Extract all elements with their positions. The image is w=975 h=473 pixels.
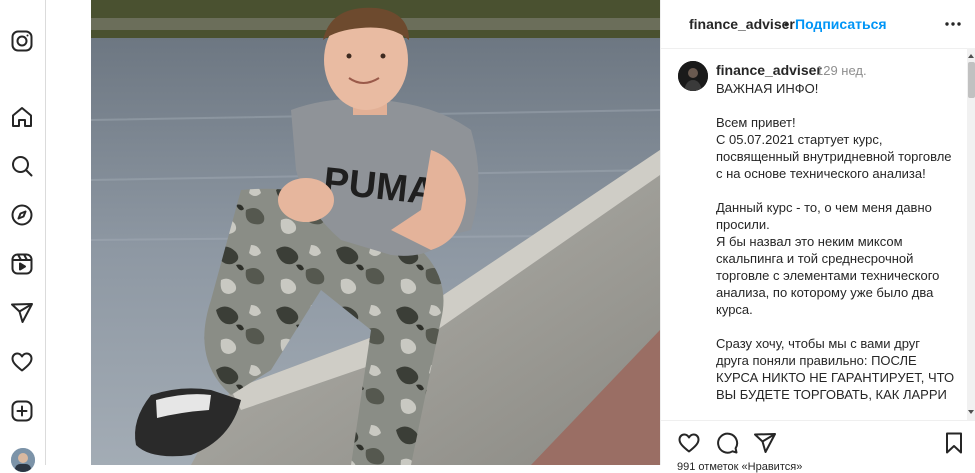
post-detail-panel: finance_adviser • Подписаться finance_ad… — [660, 0, 975, 473]
caption-scrollbar[interactable] — [967, 48, 975, 420]
notifications-heart-icon[interactable] — [10, 350, 34, 374]
search-icon[interactable] — [10, 154, 34, 178]
create-icon[interactable] — [10, 399, 34, 423]
more-options-icon[interactable] — [943, 14, 963, 34]
home-icon[interactable] — [10, 105, 34, 129]
follow-button[interactable]: Подписаться — [795, 16, 887, 32]
post-photo[interactable]: PUMA — [91, 0, 660, 465]
scroll-down-arrow-icon[interactable] — [968, 410, 974, 414]
separator-dot: • — [784, 16, 789, 32]
comment-icon[interactable] — [715, 431, 739, 455]
caption-section: finance_adviser 129 нед. ВАЖНАЯ ИНФО! Вс… — [661, 48, 975, 420]
explore-icon[interactable] — [10, 203, 34, 227]
page-gutter — [46, 0, 91, 465]
caption-avatar[interactable] — [678, 61, 708, 91]
caption-username[interactable]: finance_adviser — [716, 62, 822, 78]
author-username[interactable]: finance_adviser — [689, 16, 795, 32]
post-header: finance_adviser • Подписаться — [661, 0, 975, 49]
direct-messages-icon[interactable] — [10, 301, 34, 325]
likes-count[interactable]: 991 отметок «Нравится» — [677, 461, 802, 473]
scrollbar-thumb[interactable] — [968, 62, 975, 98]
share-icon[interactable] — [753, 431, 777, 455]
instagram-icon[interactable] — [10, 29, 34, 53]
caption-text: ВАЖНАЯ ИНФО! Всем привет! С 05.07.2021 с… — [716, 81, 955, 402]
profile-avatar[interactable] — [11, 448, 35, 472]
reels-icon[interactable] — [10, 252, 34, 276]
caption-timestamp[interactable]: 129 нед. — [816, 63, 867, 78]
like-heart-icon[interactable] — [677, 431, 701, 455]
scroll-up-arrow-icon[interactable] — [968, 54, 974, 58]
post-actions-bar — [661, 420, 975, 466]
save-bookmark-icon[interactable] — [942, 431, 966, 455]
sidebar-nav — [0, 0, 46, 472]
